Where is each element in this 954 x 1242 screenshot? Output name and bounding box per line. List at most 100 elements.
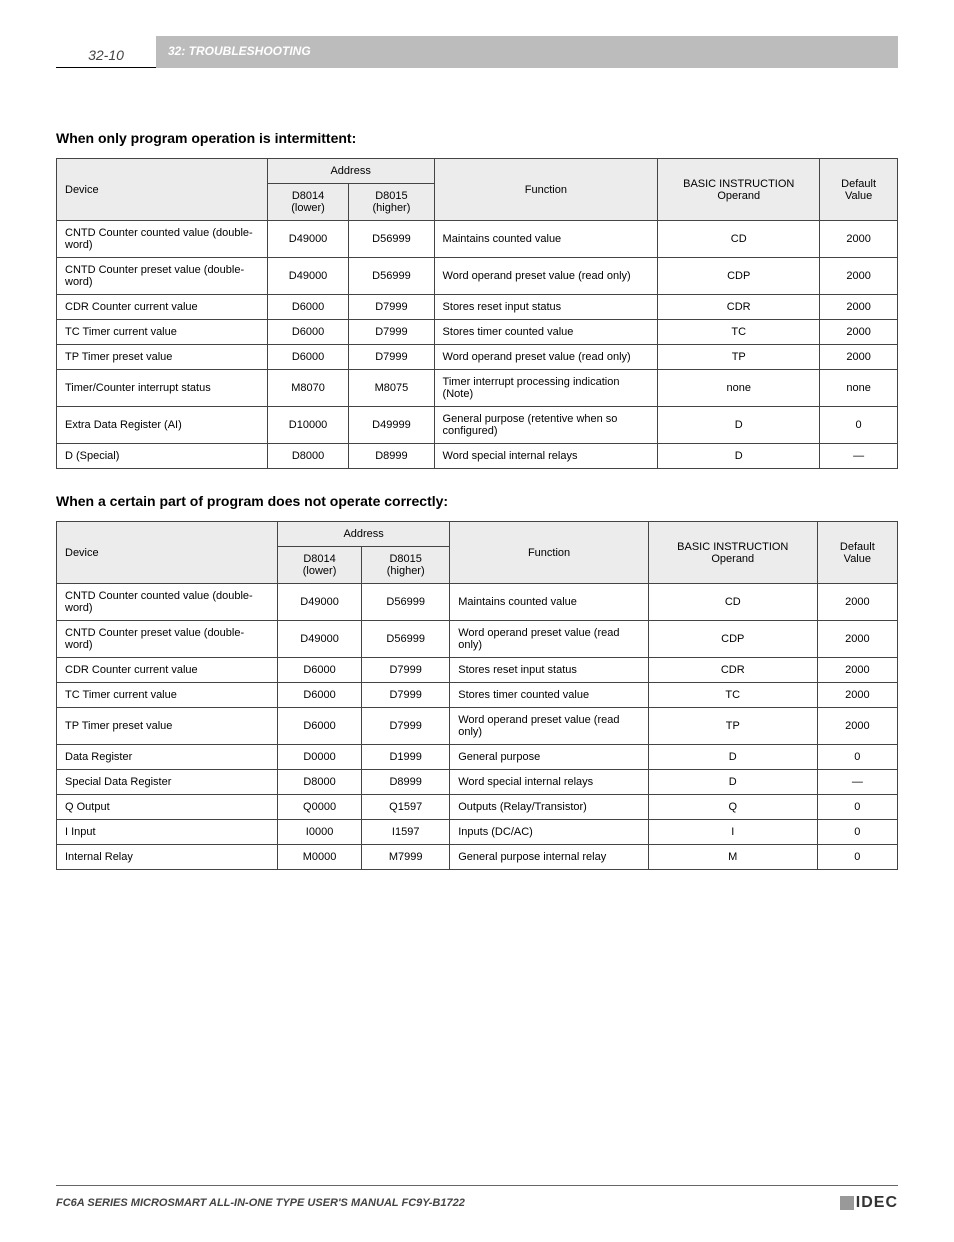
table-cell: D49000 <box>278 584 362 621</box>
table-cell: 2000 <box>820 345 898 370</box>
table-cell: 2000 <box>820 221 898 258</box>
table-cell: General purpose internal relay <box>450 845 649 870</box>
table-cell: Word operand preset value (read only) <box>434 345 658 370</box>
table-cell: none <box>820 370 898 407</box>
table-cell: Maintains counted value <box>434 221 658 258</box>
table-cell: M7999 <box>362 845 450 870</box>
table-cell: M0000 <box>278 845 362 870</box>
table-cell: — <box>820 444 898 469</box>
table-cell: none <box>658 370 820 407</box>
table-cell: CNTD Counter counted value (double-word) <box>57 584 278 621</box>
table-cell: Timer interrupt processing indication (N… <box>434 370 658 407</box>
table-cell: D49000 <box>278 621 362 658</box>
table-row: I InputI0000I1597Inputs (DC/AC)I0 <box>57 820 898 845</box>
table-row: Special Data RegisterD8000D8999Word spec… <box>57 770 898 795</box>
table-cell: 2000 <box>820 320 898 345</box>
table-cell: D56999 <box>349 258 434 295</box>
table-cell: Extra Data Register (AI) <box>57 407 268 444</box>
table-cell: TC <box>658 320 820 345</box>
table-row: TP Timer preset valueD6000D7999Word oper… <box>57 345 898 370</box>
table-1: Device Address Function BASIC INSTRUCTIO… <box>56 158 898 469</box>
table-cell: D (Special) <box>57 444 268 469</box>
table-cell: Inputs (DC/AC) <box>450 820 649 845</box>
table-row: CNTD Counter counted value (double-word)… <box>57 221 898 258</box>
logo-icon <box>840 1196 854 1210</box>
table-cell: Stores reset input status <box>450 658 649 683</box>
table-cell: D <box>658 407 820 444</box>
table-cell: 0 <box>817 745 897 770</box>
table-cell: Timer/Counter interrupt status <box>57 370 268 407</box>
col-address: Address <box>278 522 450 547</box>
table-row: Extra Data Register (AI)D10000D49999Gene… <box>57 407 898 444</box>
table-cell: I Input <box>57 820 278 845</box>
table-cell: D7999 <box>362 658 450 683</box>
table-cell: 0 <box>817 795 897 820</box>
table-cell: CNTD Counter counted value (double-word) <box>57 221 268 258</box>
col-operand: BASIC INSTRUCTION Operand <box>648 522 817 584</box>
table-cell: D49000 <box>267 221 349 258</box>
table-cell: Q <box>648 795 817 820</box>
chapter-title: 32: TROUBLESHOOTING <box>168 44 311 58</box>
table-cell: D7999 <box>349 320 434 345</box>
table-cell: 0 <box>817 820 897 845</box>
table-cell: 2000 <box>820 258 898 295</box>
table-cell: D7999 <box>349 345 434 370</box>
table-cell: Special Data Register <box>57 770 278 795</box>
table-cell: 0 <box>817 845 897 870</box>
table-cell: D8000 <box>278 770 362 795</box>
table-cell: — <box>817 770 897 795</box>
footer-manual: FC6A SERIES MICROSMART ALL-IN-ONE TYPE U… <box>56 1197 465 1209</box>
table-cell: General purpose <box>450 745 649 770</box>
table-cell: Data Register <box>57 745 278 770</box>
col-d8015: D8015 (higher) <box>349 184 434 221</box>
table-cell: CDR <box>648 658 817 683</box>
table-cell: TP Timer preset value <box>57 708 278 745</box>
table-cell: Stores timer counted value <box>434 320 658 345</box>
table-cell: TC <box>648 683 817 708</box>
table-cell: CD <box>648 584 817 621</box>
table-row: CNTD Counter counted value (double-word)… <box>57 584 898 621</box>
table-cell: D56999 <box>362 621 450 658</box>
table-cell: 2000 <box>817 658 897 683</box>
col-operand: BASIC INSTRUCTION Operand <box>658 159 820 221</box>
table-cell: I <box>648 820 817 845</box>
table-row: TC Timer current valueD6000D7999Stores t… <box>57 320 898 345</box>
table-row: TC Timer current valueD6000D7999Stores t… <box>57 683 898 708</box>
table-cell: D <box>648 770 817 795</box>
col-d8015: D8015 (higher) <box>362 547 450 584</box>
table-cell: 2000 <box>817 708 897 745</box>
table-cell: D49000 <box>267 258 349 295</box>
table-cell: D7999 <box>349 295 434 320</box>
table-cell: CDP <box>648 621 817 658</box>
table-cell: 0 <box>820 407 898 444</box>
table-row: Q OutputQ0000Q1597Outputs (Relay/Transis… <box>57 795 898 820</box>
table-cell: Word operand preset value (read only) <box>450 708 649 745</box>
table-cell: TC Timer current value <box>57 320 268 345</box>
table-row: CDR Counter current valueD6000D7999Store… <box>57 658 898 683</box>
col-default: Default Value <box>820 159 898 221</box>
table-cell: CD <box>658 221 820 258</box>
section-title-2: When a certain part of program does not … <box>56 493 898 509</box>
table-cell: D <box>648 745 817 770</box>
page-number: 32-10 <box>56 36 156 68</box>
table-cell: D6000 <box>267 295 349 320</box>
table-cell: Word special internal relays <box>450 770 649 795</box>
table-2: Device Address Function BASIC INSTRUCTIO… <box>56 521 898 870</box>
table-cell: Q1597 <box>362 795 450 820</box>
table-cell: Word operand preset value (read only) <box>434 258 658 295</box>
table-cell: D8000 <box>267 444 349 469</box>
table-cell: Stores timer counted value <box>450 683 649 708</box>
col-function: Function <box>434 159 658 221</box>
table-cell: TC Timer current value <box>57 683 278 708</box>
table-cell: TP <box>658 345 820 370</box>
table-cell: Word special internal relays <box>434 444 658 469</box>
table-row: CNTD Counter preset value (double-word)D… <box>57 621 898 658</box>
table-row: Timer/Counter interrupt statusM8070M8075… <box>57 370 898 407</box>
table-cell: CDP <box>658 258 820 295</box>
table-cell: CDR <box>658 295 820 320</box>
table-cell: D6000 <box>267 320 349 345</box>
table-cell: 2000 <box>817 683 897 708</box>
table-cell: CNTD Counter preset value (double-word) <box>57 258 268 295</box>
table-cell: TP <box>648 708 817 745</box>
table-cell: D56999 <box>349 221 434 258</box>
